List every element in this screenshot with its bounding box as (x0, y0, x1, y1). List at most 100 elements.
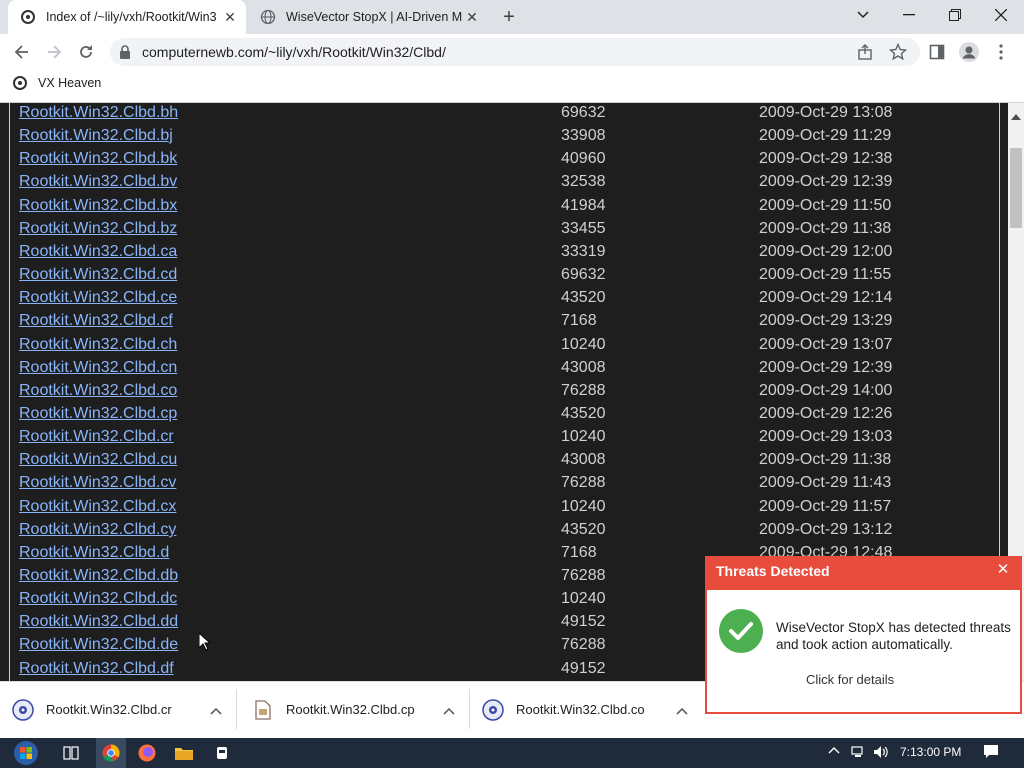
forward-icon[interactable] (40, 40, 68, 64)
file-size: 49152 (561, 660, 606, 677)
windows-start-icon[interactable] (8, 738, 44, 768)
file-link[interactable]: Rootkit.Win32.Clbd.cd (19, 266, 177, 284)
globe-icon (260, 9, 276, 25)
file-link[interactable]: Rootkit.Win32.Clbd.dc (19, 590, 177, 608)
file-link[interactable]: Rootkit.Win32.Clbd.ce (19, 289, 177, 307)
tray-chevron-up-icon[interactable] (828, 745, 840, 760)
minimize-icon[interactable] (886, 0, 932, 30)
app-taskbar-icon[interactable] (207, 738, 237, 768)
share-icon[interactable] (857, 44, 873, 63)
tab-close-icon[interactable]: ✕ (462, 7, 482, 27)
network-icon[interactable] (851, 745, 867, 762)
file-link[interactable]: Rootkit.Win32.Clbd.df (19, 660, 174, 678)
bookmark-vx-heaven[interactable]: VX Heaven (12, 75, 101, 91)
disc-file-icon (12, 698, 34, 721)
listing-row: Rootkit.Win32.Clbd.cv 76288 2009-Oct-29 11… (0, 474, 1000, 497)
volume-icon[interactable] (873, 745, 889, 762)
menu-kebab-icon[interactable] (998, 44, 1004, 63)
listing-row: Rootkit.Win32.Clbd.bz 33455 2009-Oct-29 11… (0, 220, 1000, 243)
download-item[interactable]: Rootkit.Win32.Clbd.cp (252, 681, 467, 738)
tab-close-icon[interactable]: ✕ (220, 7, 240, 27)
listing-row: Rootkit.Win32.Clbd.cr 10240 2009-Oct-29 13… (0, 428, 1000, 451)
file-link[interactable]: Rootkit.Win32.Clbd.bz (19, 220, 177, 238)
file-date: 2009-Oct-29 12:39 (759, 359, 893, 376)
file-size: 40960 (561, 150, 606, 167)
task-view-icon[interactable] (56, 738, 86, 768)
file-size: 76288 (561, 382, 606, 399)
firefox-taskbar-icon[interactable] (132, 738, 162, 768)
restore-icon[interactable] (932, 0, 978, 30)
file-size: 33455 (561, 220, 606, 237)
file-link[interactable]: Rootkit.Win32.Clbd.cy (19, 521, 176, 539)
file-link[interactable]: Rootkit.Win32.Clbd.bk (19, 150, 177, 168)
file-date: 2009-Oct-29 13:29 (759, 312, 893, 329)
url-text[interactable]: computernewb.com/~lily/vxh/Rootkit/Win32… (142, 44, 446, 60)
download-item[interactable]: Rootkit.Win32.Clbd.co (482, 681, 700, 738)
notifications-icon[interactable] (983, 744, 999, 762)
threat-popup-title: Threats Detected (716, 563, 830, 579)
file-size: 43520 (561, 289, 606, 306)
tab-title: Index of /~lily/vxh/Rootkit/Win3 (46, 10, 217, 24)
file-link[interactable]: Rootkit.Win32.Clbd.db (19, 567, 178, 585)
listing-row: Rootkit.Win32.Clbd.ce 43520 2009-Oct-29 12… (0, 289, 1000, 312)
new-tab-icon[interactable]: + (496, 4, 522, 30)
checkmark-icon (719, 609, 763, 653)
tab-search-icon[interactable] (840, 0, 886, 30)
file-link[interactable]: Rootkit.Win32.Clbd.de (19, 636, 178, 654)
file-size: 43008 (561, 359, 606, 376)
listing-row: Rootkit.Win32.Clbd.bj 33908 2009-Oct-29 11… (0, 127, 1000, 150)
popup-close-icon[interactable]: ✕ (992, 558, 1014, 580)
bookmark-star-icon[interactable] (888, 42, 908, 64)
profile-avatar-icon[interactable] (959, 42, 979, 65)
file-size: 33319 (561, 243, 606, 260)
taskbar-clock[interactable]: 7:13:00 PM (900, 745, 961, 759)
file-link[interactable]: Rootkit.Win32.Clbd.bj (19, 127, 173, 145)
listing-row: Rootkit.Win32.Clbd.bv 32538 2009-Oct-29 12… (0, 173, 1000, 196)
file-link[interactable]: Rootkit.Win32.Clbd.bv (19, 173, 177, 191)
file-explorer-icon[interactable] (169, 738, 199, 768)
chevron-up-icon[interactable] (210, 702, 222, 718)
file-link[interactable]: Rootkit.Win32.Clbd.cp (19, 405, 177, 423)
download-filename: Rootkit.Win32.Clbd.co (516, 702, 645, 717)
download-filename: Rootkit.Win32.Clbd.cp (286, 702, 415, 717)
file-size: 41984 (561, 197, 606, 214)
scroll-up-icon[interactable] (1011, 108, 1021, 123)
chrome-taskbar-icon[interactable] (96, 738, 126, 768)
tab-index-of-clbd[interactable]: Index of /~lily/vxh/Rootkit/Win3 ✕ (8, 0, 246, 34)
download-item[interactable]: Rootkit.Win32.Clbd.cr (12, 681, 234, 738)
file-link[interactable]: Rootkit.Win32.Clbd.bx (19, 197, 177, 215)
file-size: 43008 (561, 451, 606, 468)
back-icon[interactable] (8, 40, 36, 64)
close-window-icon[interactable] (978, 0, 1024, 30)
document-file-icon (252, 699, 274, 721)
file-link[interactable]: Rootkit.Win32.Clbd.co (19, 382, 177, 400)
file-date: 2009-Oct-29 13:12 (759, 521, 893, 538)
tab-wisevector[interactable]: WiseVector StopX | AI-Driven Ma ✕ (248, 0, 488, 34)
file-link[interactable]: Rootkit.Win32.Clbd.cx (19, 498, 176, 516)
disc-file-icon (482, 698, 504, 721)
file-link[interactable]: Rootkit.Win32.Clbd.d (19, 544, 169, 562)
chevron-up-icon[interactable] (676, 702, 688, 718)
file-date: 2009-Oct-29 13:07 (759, 336, 893, 353)
lock-icon[interactable] (119, 45, 131, 62)
click-for-details-link[interactable]: Click for details (806, 672, 894, 687)
scrollbar-thumb[interactable] (1010, 148, 1022, 228)
tab-favicon-icon (20, 9, 36, 25)
file-size: 76288 (561, 474, 606, 491)
file-link[interactable]: Rootkit.Win32.Clbd.cn (19, 359, 177, 377)
file-link[interactable]: Rootkit.Win32.Clbd.dd (19, 613, 178, 631)
listing-row: Rootkit.Win32.Clbd.cy 43520 2009-Oct-29 13… (0, 521, 1000, 544)
file-link[interactable]: Rootkit.Win32.Clbd.bh (19, 104, 178, 122)
file-link[interactable]: Rootkit.Win32.Clbd.ca (19, 243, 177, 261)
side-panel-icon[interactable] (929, 44, 945, 63)
file-date: 2009-Oct-29 13:08 (759, 104, 893, 121)
file-link[interactable]: Rootkit.Win32.Clbd.cr (19, 428, 174, 446)
file-link[interactable]: Rootkit.Win32.Clbd.cf (19, 312, 173, 330)
chevron-up-icon[interactable] (443, 702, 455, 718)
file-link[interactable]: Rootkit.Win32.Clbd.cu (19, 451, 177, 469)
file-date: 2009-Oct-29 12:39 (759, 173, 893, 190)
file-size: 76288 (561, 567, 606, 584)
file-link[interactable]: Rootkit.Win32.Clbd.cv (19, 474, 176, 492)
reload-icon[interactable] (72, 40, 100, 64)
file-link[interactable]: Rootkit.Win32.Clbd.ch (19, 336, 177, 354)
